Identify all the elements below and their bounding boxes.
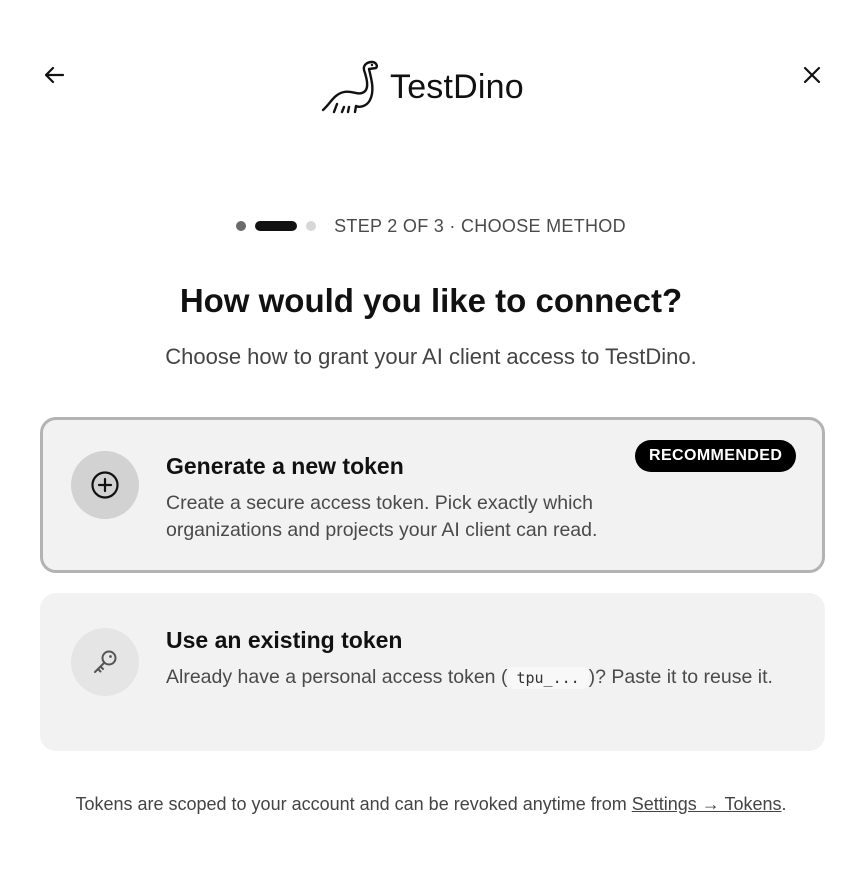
footer-note: Tokens are scoped to your account and ca… xyxy=(0,794,862,815)
close-icon xyxy=(803,66,821,84)
page-title: How would you like to connect? xyxy=(179,282,683,319)
footer-text: Tokens are scoped to your account and ca… xyxy=(75,794,632,814)
arrow-left-icon xyxy=(44,66,65,84)
dinosaur-logo xyxy=(321,60,378,114)
option-existing-token[interactable]: Use an existing token Already have a per… xyxy=(40,593,825,751)
description-after: )? Paste it to reuse it. xyxy=(588,666,773,688)
recommended-badge: RECOMMENDED xyxy=(635,440,797,472)
footer-end: . xyxy=(781,794,787,814)
step-dot-1 xyxy=(236,221,247,231)
logo: TestDino xyxy=(320,58,524,116)
page-subtitle: Choose how to grant your AI client acces… xyxy=(165,344,697,369)
step-dot-2 xyxy=(255,221,298,231)
step-label: STEP 2 OF 3 · CHOOSE METHOD xyxy=(334,215,626,236)
option-generate-token[interactable]: Generate a new token Create a secure acc… xyxy=(40,417,825,573)
option-title: Generate a new token xyxy=(166,453,404,479)
plus-circle-icon xyxy=(71,451,139,519)
settings-tokens-link[interactable]: Settings → Tokens xyxy=(632,794,782,814)
step-dot-3 xyxy=(306,221,317,231)
description-before: Already have a personal access token ( xyxy=(166,666,508,688)
header: TestDino xyxy=(0,0,862,150)
step-dots xyxy=(236,221,317,231)
key-icon xyxy=(71,628,139,696)
option-title: Use an existing token xyxy=(166,627,403,653)
option-description: Already have a personal access token (tp… xyxy=(166,664,806,692)
option-description: Create a secure access token. Pick exact… xyxy=(166,492,598,541)
step-indicator: STEP 2 OF 3 · CHOOSE METHOD xyxy=(0,212,862,240)
logo-text: TestDino xyxy=(390,67,524,106)
token-prefix-code: tpu_... xyxy=(507,667,589,689)
back-button[interactable] xyxy=(38,59,70,91)
close-button[interactable] xyxy=(796,59,828,91)
